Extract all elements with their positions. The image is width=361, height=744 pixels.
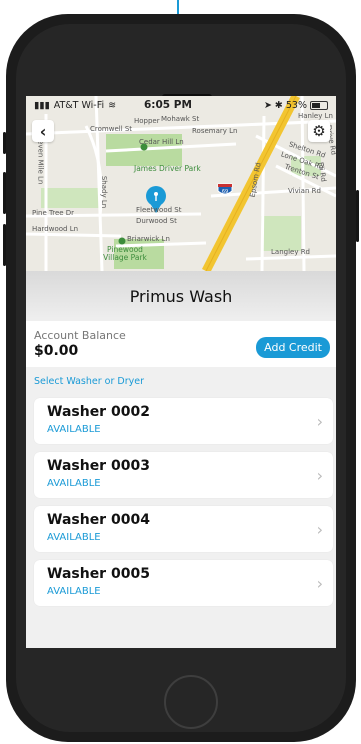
machine-status: AVAILABLE <box>47 586 101 597</box>
mute-switch <box>3 132 6 154</box>
chevron-right-icon: › <box>316 412 323 431</box>
status-bar: ▮▮▮ AT&T Wi-Fi ≋ 6:05 PM ➤ ✱ 53% <box>26 96 336 114</box>
machine-card[interactable]: Washer 0004 AVAILABLE › <box>34 506 333 552</box>
account-balance-label: Account Balance <box>34 329 126 342</box>
machine-status: AVAILABLE <box>47 424 101 435</box>
add-credit-button[interactable]: Add Credit <box>256 337 330 358</box>
location-title-band: Primus Wash <box>26 271 336 321</box>
machine-name: Washer 0003 <box>47 458 150 474</box>
volume-down-button <box>3 224 6 266</box>
map-label-park: James Driver Park <box>134 164 201 173</box>
map-label-vivian: Vivian Rd <box>288 187 321 195</box>
map-label-hopper: Hopper <box>134 117 160 125</box>
chevron-right-icon: › <box>316 520 323 539</box>
chevron-right-icon: › <box>316 466 323 485</box>
back-button[interactable]: ‹ <box>32 120 54 142</box>
battery-icon <box>310 101 328 110</box>
section-header: Select Washer or Dryer <box>34 376 145 387</box>
machine-card[interactable]: Washer 0002 AVAILABLE › <box>34 398 333 444</box>
map-label-seven-mile: Seven Mile Ln <box>36 135 45 185</box>
map-label-pinewood: Pinewood Village Park <box>103 245 147 262</box>
map-label-cedar: Cedar Hill Ln <box>139 138 184 146</box>
battery-percent: 53% <box>285 100 307 111</box>
machine-card[interactable]: Washer 0005 AVAILABLE › <box>34 560 333 606</box>
map-label-rosemary: Rosemary Ln <box>192 127 238 135</box>
map-view[interactable]: 69 Hopper Mohawk St Cromwell St Rosemary… <box>26 96 336 271</box>
bluetooth-icon: ✱ <box>274 100 283 111</box>
home-button[interactable] <box>164 675 218 729</box>
app-screen: 69 Hopper Mohawk St Cromwell St Rosemary… <box>26 96 336 648</box>
machine-name: Washer 0005 <box>47 566 150 582</box>
signal-icon: ▮▮▮ <box>34 100 50 111</box>
account-balance-panel: Account Balance $0.00 Add Credit <box>26 321 336 367</box>
machine-status: AVAILABLE <box>47 532 101 543</box>
map-label-pine-tree: Pine Tree Dr <box>32 209 75 217</box>
carrier-group: ▮▮▮ AT&T Wi-Fi ≋ <box>34 100 116 111</box>
location-arrow-icon: ➤ <box>263 100 272 111</box>
chevron-right-icon: › <box>316 574 323 593</box>
wifi-icon: ≋ <box>108 100 117 111</box>
svg-text:69: 69 <box>222 189 228 195</box>
status-time: 6:05 PM <box>144 99 192 111</box>
location-title: Primus Wash <box>129 286 233 306</box>
machine-name: Washer 0004 <box>47 512 150 528</box>
map-label-shady: Shady Ln <box>100 175 109 209</box>
map-label-durwood: Durwood St <box>136 217 177 225</box>
map-label-hardwood: Hardwood Ln <box>32 225 79 233</box>
settings-button[interactable]: ⚙ <box>308 120 330 142</box>
machine-name: Washer 0002 <box>47 404 150 420</box>
map-label-mohawk: Mohawk St <box>161 115 200 123</box>
power-button <box>356 190 359 242</box>
chevron-left-icon: ‹ <box>39 121 47 141</box>
carrier-name: AT&T Wi-Fi <box>53 100 105 111</box>
gear-icon: ⚙ <box>312 122 326 140</box>
map-label-langley: Langley Rd <box>271 248 310 256</box>
account-balance-amount: $0.00 <box>34 343 79 359</box>
map-label-fleetwood: Fleetwood St <box>136 206 182 214</box>
map-label-cromwell: Cromwell St <box>90 125 133 133</box>
machine-status: AVAILABLE <box>47 478 101 489</box>
map-label-briarwick: Briarwick Ln <box>127 235 170 243</box>
machine-card[interactable]: Washer 0003 AVAILABLE › <box>34 452 333 498</box>
volume-up-button <box>3 172 6 214</box>
status-right-group: ➤ ✱ 53% <box>264 100 328 111</box>
